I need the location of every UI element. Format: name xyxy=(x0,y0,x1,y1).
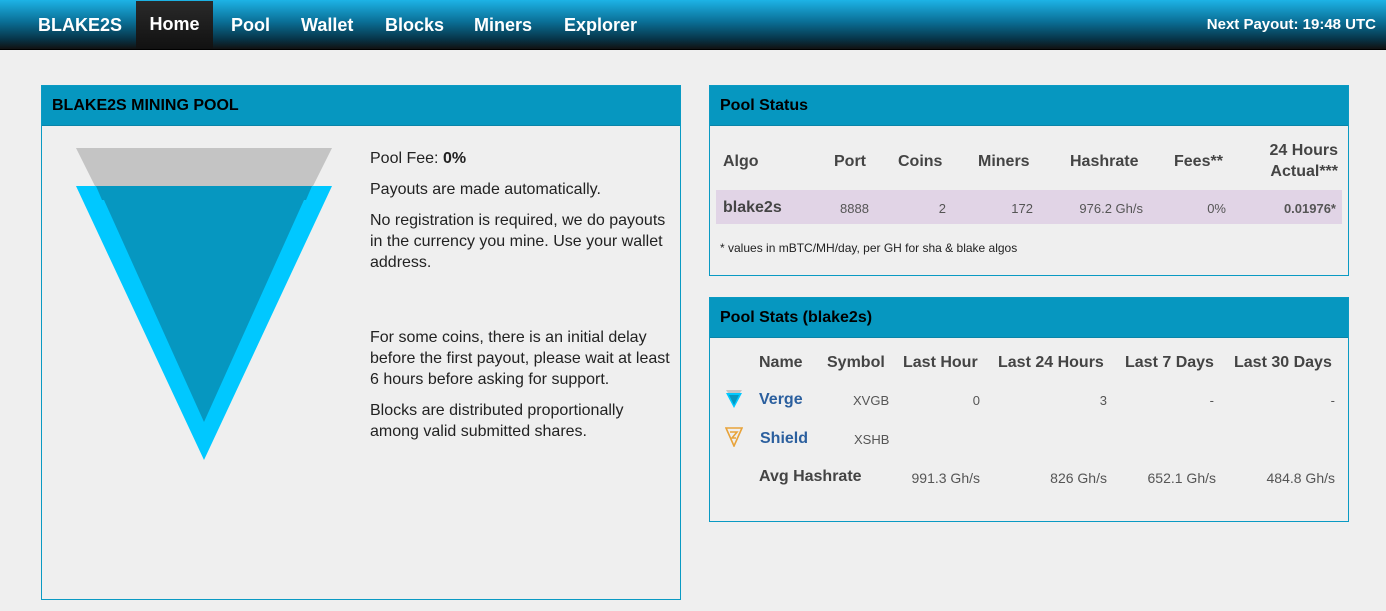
avg-last-30-days: 484.8 Gh/s xyxy=(1266,470,1336,486)
pool-stats-panel: Pool Stats (blake2s) Name Symbol Last Ho… xyxy=(709,297,1349,522)
row-hashrate: 976.2 Gh/s xyxy=(1079,201,1143,216)
nav-miners[interactable]: Miners xyxy=(474,0,532,50)
row-miners: 172 xyxy=(1011,201,1033,216)
row-algo: blake2s xyxy=(723,199,782,216)
col-last-24-hours: Last 24 Hours xyxy=(998,354,1104,371)
col-actual-1: 24 Hours xyxy=(1269,142,1338,159)
nav-wallet[interactable]: Wallet xyxy=(301,0,353,50)
col-last-30-days: Last 30 Days xyxy=(1234,354,1332,371)
col-last-7-days: Last 7 Days xyxy=(1125,354,1214,371)
nav-explorer[interactable]: Explorer xyxy=(564,0,637,50)
shield-icon xyxy=(725,427,743,447)
verge-last-7-days: - xyxy=(1209,393,1214,408)
avg-last-24-hours: 826 Gh/s xyxy=(1050,470,1107,486)
intro-text: Pool Fee: 0% Payouts are made automatica… xyxy=(370,148,670,452)
nav-home[interactable]: Home xyxy=(136,1,213,49)
intro-p2: No registration is required, we do payou… xyxy=(370,212,666,271)
avg-hashrate-label: Avg Hashrate xyxy=(759,468,862,485)
col-algo: Algo xyxy=(723,153,759,170)
shield-symbol: XSHB xyxy=(854,432,890,447)
row-actual: 0.01976* xyxy=(1283,201,1336,216)
nav-brand[interactable]: BLAKE2S xyxy=(38,0,122,50)
intro-title: BLAKE2S MINING POOL xyxy=(42,86,680,126)
col-fees: Fees** xyxy=(1174,153,1223,170)
avg-last-7-days: 652.1 Gh/s xyxy=(1147,470,1217,486)
coin-shield-link[interactable]: Shield xyxy=(760,430,808,448)
pool-fee: Pool Fee: 0% xyxy=(370,150,467,167)
pool-status-title: Pool Status xyxy=(710,86,1348,126)
verge-logo-icon xyxy=(76,148,332,460)
intro-p4: Blocks are distributed proportionally am… xyxy=(370,402,624,440)
avg-last-hour: 991.3 Gh/s xyxy=(911,470,981,486)
coin-verge-link[interactable]: Verge xyxy=(759,391,803,409)
row-port: 8888 xyxy=(840,201,869,216)
col-name: Name xyxy=(759,354,803,371)
pool-status-panel: Pool Status Algo Port Coins Miners Hashr… xyxy=(709,85,1349,276)
next-payout: Next Payout: 19:48 UTC xyxy=(1206,16,1376,33)
nav-blocks[interactable]: Blocks xyxy=(385,0,444,50)
col-port: Port xyxy=(834,153,866,170)
pool-stats-title: Pool Stats (blake2s) xyxy=(710,298,1348,338)
verge-last-hour: 0 xyxy=(972,393,980,408)
col-coins: Coins xyxy=(898,153,943,170)
intro-p1: Payouts are made automatically. xyxy=(370,181,601,198)
verge-symbol: XVGB xyxy=(853,393,890,408)
top-navbar: BLAKE2S Home Pool Wallet Blocks Miners E… xyxy=(0,0,1386,50)
verge-last-24-hours: 3 xyxy=(1099,393,1107,408)
status-note: * values in mBTC/MH/day, per GH for sha … xyxy=(720,241,1018,255)
intro-panel: BLAKE2S MINING POOL Pool Fee: 0% Payouts… xyxy=(41,85,681,600)
intro-p3: For some coins, there is an initial dela… xyxy=(370,329,670,388)
row-fees: 0% xyxy=(1207,201,1226,216)
verge-icon xyxy=(726,390,742,408)
col-actual-2: Actual*** xyxy=(1270,163,1338,180)
col-last-hour: Last Hour xyxy=(903,354,978,371)
col-symbol: Symbol xyxy=(827,354,885,371)
nav-pool[interactable]: Pool xyxy=(231,0,270,50)
row-coins: 2 xyxy=(938,201,946,216)
verge-last-30-days: - xyxy=(1330,393,1335,408)
col-hashrate: Hashrate xyxy=(1070,153,1139,170)
col-miners: Miners xyxy=(978,153,1030,170)
